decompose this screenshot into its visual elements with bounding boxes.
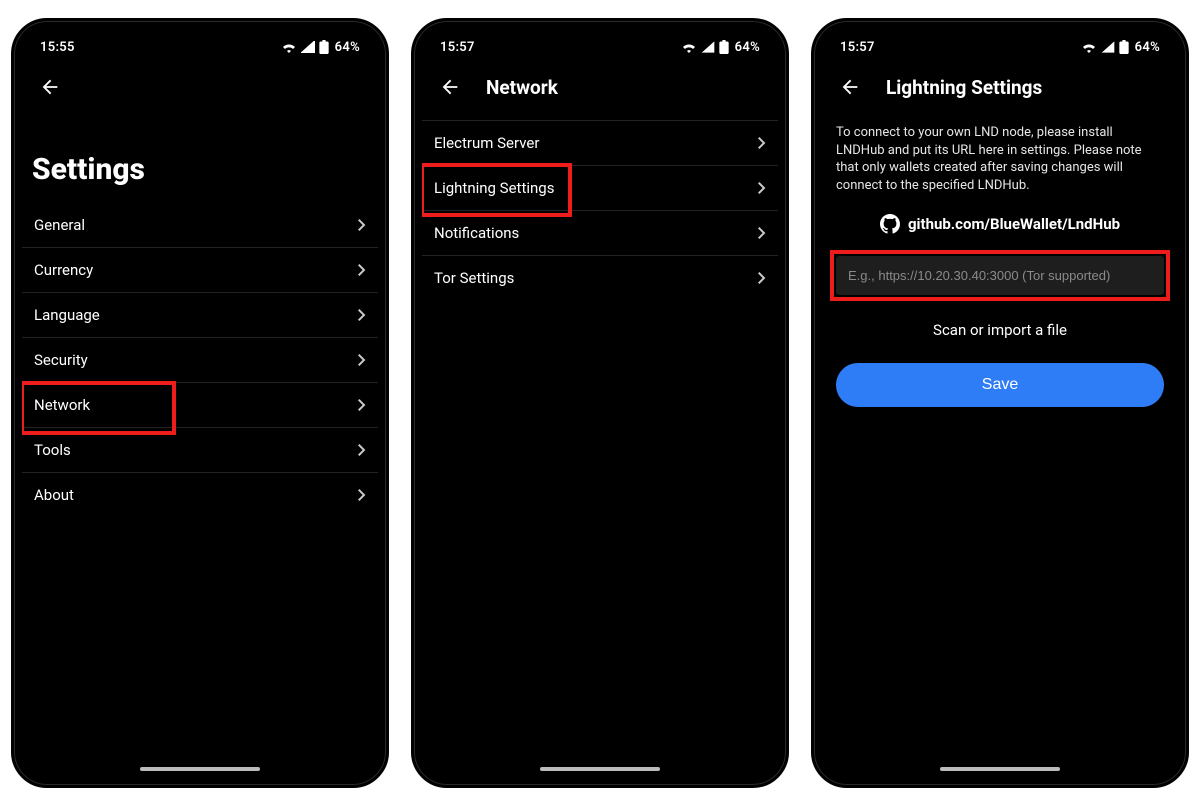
chevron-right-icon bbox=[358, 309, 366, 321]
row-label: General bbox=[34, 216, 85, 234]
lndhub-url-input[interactable] bbox=[836, 256, 1164, 295]
chevron-right-icon bbox=[758, 227, 766, 239]
settings-item-tools[interactable]: Tools bbox=[22, 428, 378, 473]
chevron-right-icon bbox=[358, 354, 366, 366]
status-bar: 15:55 64% bbox=[22, 29, 378, 61]
row-label: About bbox=[34, 486, 74, 504]
lndhub-url-field-wrap bbox=[836, 256, 1164, 295]
status-icons: 64% bbox=[281, 40, 360, 55]
chevron-right-icon bbox=[758, 272, 766, 284]
wifi-icon bbox=[1081, 41, 1097, 53]
phone-network: 15:57 64% Network Electrum Server bbox=[411, 18, 789, 788]
row-label: Language bbox=[34, 306, 100, 324]
row-label: Currency bbox=[34, 261, 93, 279]
status-bar: 15:57 64% bbox=[822, 29, 1178, 61]
back-button[interactable] bbox=[434, 71, 466, 103]
app-bar-title: Network bbox=[486, 76, 558, 99]
chevron-right-icon bbox=[758, 137, 766, 149]
back-arrow-icon bbox=[439, 76, 461, 98]
wifi-icon bbox=[281, 41, 297, 53]
status-icons: 64% bbox=[1081, 40, 1160, 55]
settings-item-security[interactable]: Security bbox=[22, 338, 378, 383]
back-arrow-icon bbox=[839, 76, 861, 98]
status-icons: 64% bbox=[681, 40, 760, 55]
row-label: Tor Settings bbox=[434, 269, 514, 287]
page-title: Settings bbox=[22, 114, 378, 203]
network-item-electrum[interactable]: Electrum Server bbox=[422, 120, 778, 166]
signal-icon bbox=[301, 41, 315, 53]
app-bar-title: Lightning Settings bbox=[886, 76, 1042, 99]
network-item-tor[interactable]: Tor Settings bbox=[422, 256, 778, 300]
chevron-right-icon bbox=[358, 444, 366, 456]
battery-icon bbox=[319, 40, 329, 54]
chevron-right-icon bbox=[358, 399, 366, 411]
battery-icon bbox=[719, 40, 729, 54]
status-time: 15:57 bbox=[840, 40, 875, 55]
status-bar: 15:57 64% bbox=[422, 29, 778, 61]
battery-icon bbox=[1119, 40, 1129, 54]
status-time: 15:57 bbox=[440, 40, 475, 55]
row-label: Electrum Server bbox=[434, 134, 539, 152]
status-time: 15:55 bbox=[40, 40, 75, 55]
chevron-right-icon bbox=[358, 219, 366, 231]
back-button[interactable] bbox=[34, 71, 66, 103]
lndhub-repo-link[interactable]: github.com/BlueWallet/LndHub bbox=[822, 208, 1178, 256]
settings-item-currency[interactable]: Currency bbox=[22, 248, 378, 293]
settings-item-general[interactable]: General bbox=[22, 203, 378, 248]
row-label: Lightning Settings bbox=[434, 179, 554, 197]
signal-icon bbox=[1101, 41, 1115, 53]
github-icon bbox=[880, 214, 900, 234]
settings-item-about[interactable]: About bbox=[22, 473, 378, 517]
chevron-right-icon bbox=[758, 182, 766, 194]
home-indicator[interactable] bbox=[140, 767, 260, 771]
battery-percent: 64% bbox=[335, 40, 360, 55]
signal-icon bbox=[701, 41, 715, 53]
home-indicator[interactable] bbox=[540, 767, 660, 771]
row-label: Network bbox=[34, 396, 90, 414]
battery-percent: 64% bbox=[1135, 40, 1160, 55]
network-item-lightning[interactable]: Lightning Settings bbox=[422, 166, 778, 211]
chevron-right-icon bbox=[358, 489, 366, 501]
home-indicator[interactable] bbox=[940, 767, 1060, 771]
scan-import-link[interactable]: Scan or import a file bbox=[822, 295, 1178, 363]
phone-settings: 15:55 64% Settings General bbox=[11, 18, 389, 788]
save-button[interactable]: Save bbox=[836, 363, 1164, 407]
chevron-right-icon bbox=[358, 264, 366, 276]
settings-item-network[interactable]: Network bbox=[22, 383, 378, 428]
back-button[interactable] bbox=[834, 71, 866, 103]
phone-lightning: 15:57 64% Lightning Settings To connect … bbox=[811, 18, 1189, 788]
repo-text: github.com/BlueWallet/LndHub bbox=[908, 215, 1120, 233]
row-label: Security bbox=[34, 351, 88, 369]
back-arrow-icon bbox=[39, 76, 61, 98]
settings-item-language[interactable]: Language bbox=[22, 293, 378, 338]
app-bar: Network bbox=[422, 61, 778, 114]
row-label: Notifications bbox=[434, 224, 519, 242]
wifi-icon bbox=[681, 41, 697, 53]
battery-percent: 64% bbox=[735, 40, 760, 55]
app-bar: Lightning Settings bbox=[822, 61, 1178, 114]
lightning-description: To connect to your own LND node, please … bbox=[822, 122, 1178, 208]
row-label: Tools bbox=[34, 441, 71, 459]
network-item-notifications[interactable]: Notifications bbox=[422, 211, 778, 256]
app-bar bbox=[22, 61, 378, 114]
